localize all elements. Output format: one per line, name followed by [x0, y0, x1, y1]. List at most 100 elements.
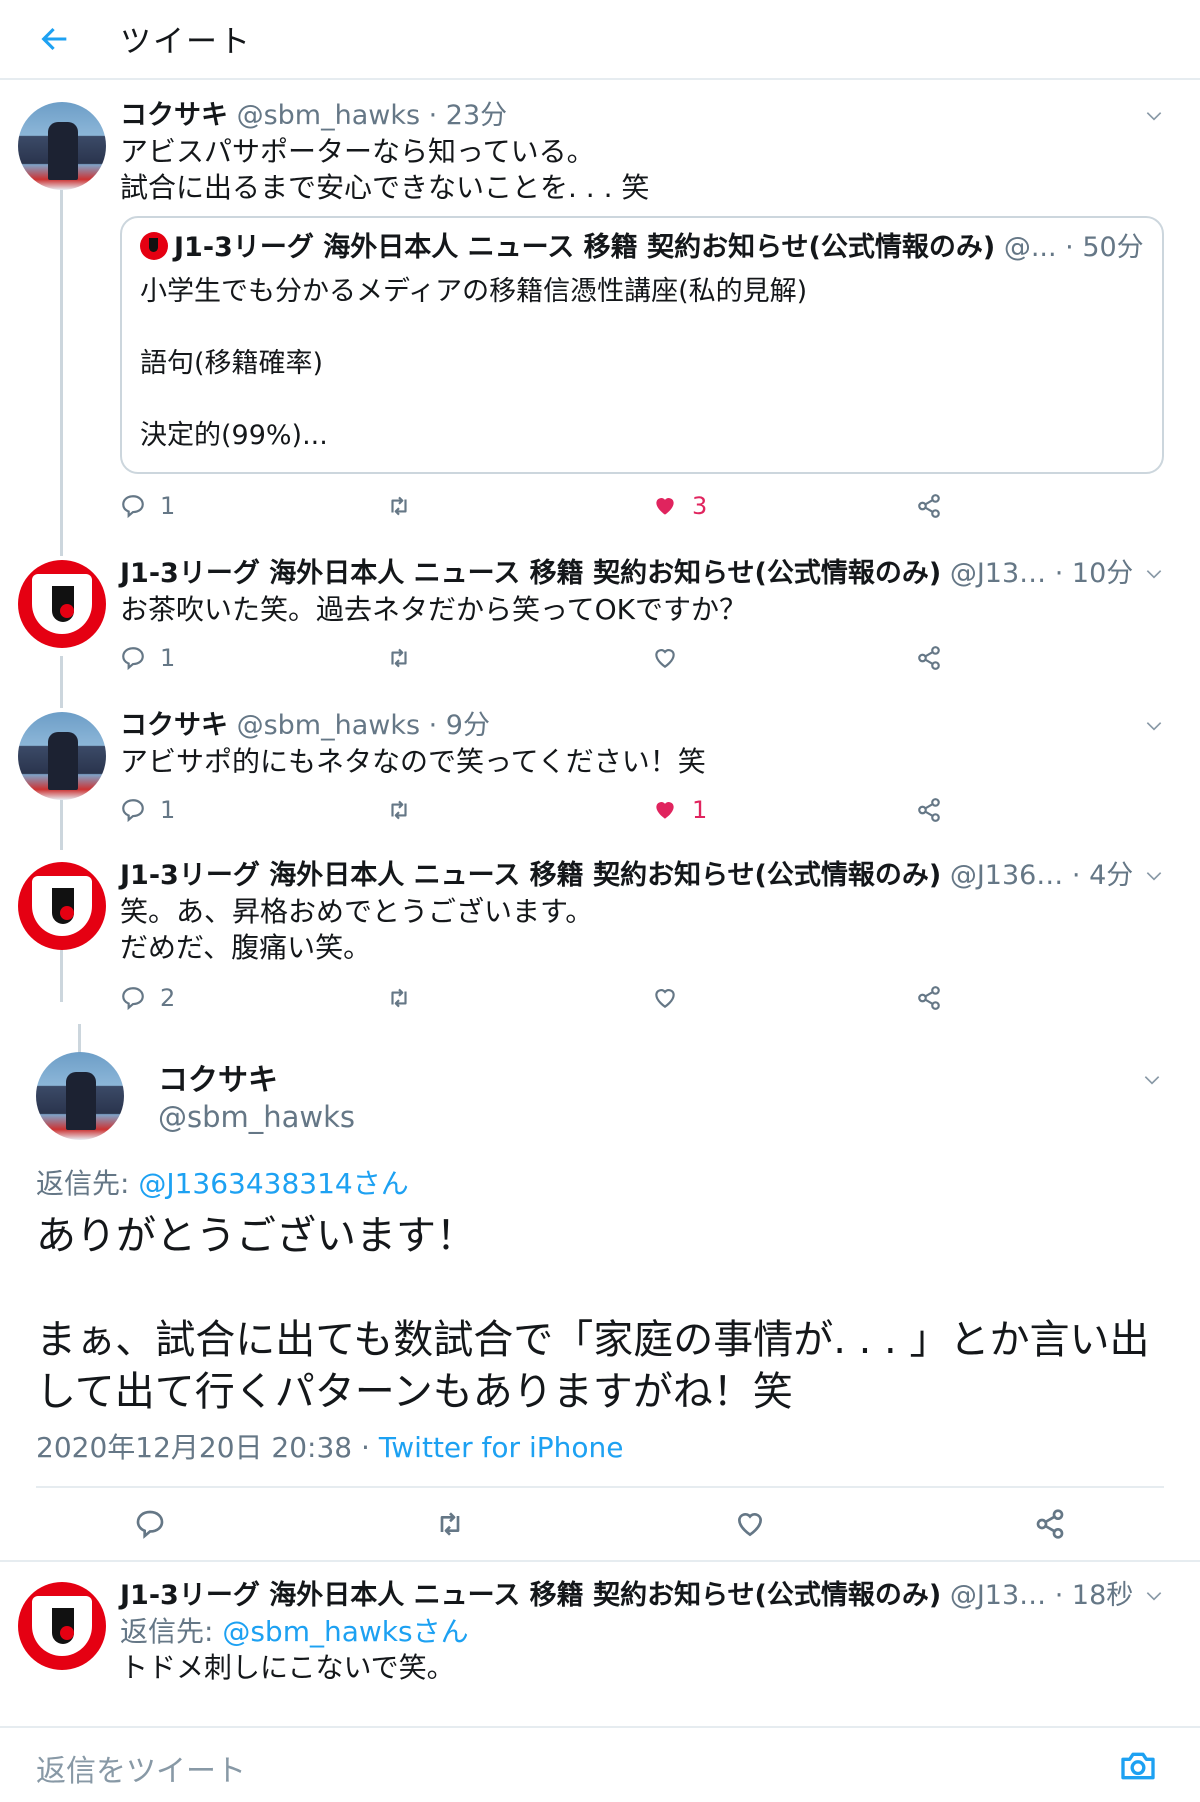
- retweet-icon: [386, 797, 412, 823]
- reply-icon: [120, 645, 146, 671]
- reply-icon: [120, 985, 146, 1011]
- tweet-text: お茶吹いた笑。過去ネタだから笑ってOKですか？: [120, 593, 748, 626]
- avatar[interactable]: [18, 862, 106, 950]
- share-button[interactable]: [916, 792, 942, 828]
- tweet-header: コクサキ @sbm_hawks · 23分: [120, 98, 1170, 134]
- like-button[interactable]: [652, 640, 678, 676]
- like-button[interactable]: [734, 1506, 766, 1542]
- handle: @...: [1003, 232, 1057, 263]
- share-icon: [916, 985, 942, 1011]
- handle: @sbm_hawks: [236, 710, 421, 741]
- reply-button[interactable]: 1: [120, 488, 175, 524]
- avatar[interactable]: [18, 1582, 106, 1670]
- share-icon: [916, 493, 942, 519]
- retweet-button[interactable]: [434, 1506, 466, 1542]
- retweet-icon: [386, 645, 412, 671]
- back-arrow-icon[interactable]: [38, 22, 72, 56]
- tweet[interactable]: J1-3リーグ 海外日本人 ニュース 移籍 契約お知らせ(公式情報のみ) @J1…: [120, 858, 1170, 966]
- reply-label: 返信先:: [36, 1167, 139, 1200]
- retweet-icon: [434, 1508, 466, 1540]
- avatar[interactable]: [18, 102, 106, 190]
- reply-input[interactable]: 返信をツイート: [36, 1746, 246, 1790]
- display-name[interactable]: J1-3リーグ 海外日本人 ニュース 移籍 契約お知らせ(公式情報のみ): [120, 860, 941, 891]
- share-button[interactable]: [1034, 1506, 1066, 1542]
- reply-to-link[interactable]: @sbm_hawksさん: [222, 1615, 468, 1648]
- thread-line: [60, 950, 63, 1002]
- chevron-down-icon[interactable]: [1142, 1070, 1162, 1090]
- avatar[interactable]: [18, 712, 106, 800]
- reply-button[interactable]: [134, 1506, 166, 1542]
- heart-icon: [652, 797, 678, 823]
- page-title: ツイート: [120, 24, 252, 60]
- avatar[interactable]: [18, 560, 106, 648]
- tweet-actions: 2: [120, 980, 950, 1016]
- thread-line: [60, 656, 63, 708]
- quoted-tweet[interactable]: J1-3リーグ 海外日本人 ニュース 移籍 契約お知らせ(公式情報のみ) @..…: [120, 216, 1164, 474]
- display-name[interactable]: コクサキ: [158, 1055, 278, 1099]
- like-button[interactable]: 1: [652, 792, 707, 828]
- retweet-button[interactable]: [386, 640, 412, 676]
- timestamp: · 23分: [428, 100, 508, 131]
- jleague-logo-icon: [140, 232, 168, 260]
- date: 2020年12月20日 20:38 ·: [36, 1431, 379, 1464]
- retweet-button[interactable]: [386, 792, 412, 828]
- share-icon: [916, 797, 942, 823]
- handle: @J136…: [949, 860, 1064, 891]
- display-name[interactable]: コクサキ: [120, 100, 228, 131]
- timestamp: · 18秒: [1054, 1580, 1134, 1611]
- reply-composer: 返信をツイート: [0, 1726, 1200, 1802]
- reply-context: 返信先: @sbm_hawksさん: [120, 1614, 1170, 1650]
- timestamp: · 50分: [1065, 232, 1144, 263]
- reply-context: 返信先: @J1363438314さん: [36, 1162, 409, 1202]
- camera-icon[interactable]: [1118, 1746, 1158, 1786]
- handle: @sbm_hawks: [158, 1100, 356, 1134]
- tweet[interactable]: J1-3リーグ 海外日本人 ニュース 移籍 契約お知らせ(公式情報のみ) @J1…: [120, 1578, 1170, 1686]
- like-button[interactable]: [652, 980, 678, 1016]
- chevron-down-icon[interactable]: [1144, 866, 1164, 886]
- tweet[interactable]: コクサキ @sbm_hawks · 23分 アビスパサポーターなら知っている。 …: [120, 98, 1170, 206]
- tweet-header: J1-3リーグ 海外日本人 ニュース 移籍 契約お知らせ(公式情報のみ) @J1…: [120, 858, 1170, 894]
- tweet[interactable]: J1-3リーグ 海外日本人 ニュース 移籍 契約お知らせ(公式情報のみ) @J1…: [120, 556, 1170, 628]
- main-tweet-text: ありがとうございます！ まぁ、試合に出ても数試合で「家庭の事情が. . . 」と…: [36, 1213, 1150, 1415]
- divider: [36, 1486, 1164, 1488]
- reply-to-link[interactable]: @J1363438314さん: [138, 1167, 408, 1200]
- share-icon: [1034, 1508, 1066, 1540]
- display-name[interactable]: コクサキ: [120, 710, 228, 741]
- reply-button[interactable]: 1: [120, 640, 175, 676]
- retweet-icon: [386, 493, 412, 519]
- reply-button[interactable]: 2: [120, 980, 175, 1016]
- reply-button[interactable]: 1: [120, 792, 175, 828]
- tweet-header: J1-3リーグ 海外日本人 ニュース 移籍 契約お知らせ(公式情報のみ) @J1…: [120, 556, 1170, 592]
- chevron-down-icon[interactable]: [1144, 1586, 1164, 1606]
- tweet-header: J1-3リーグ 海外日本人 ニュース 移籍 契約お知らせ(公式情報のみ) @J1…: [120, 1578, 1170, 1614]
- tweet-actions: 1 1: [120, 792, 950, 828]
- top-bar: ツイート: [0, 0, 1200, 80]
- heart-icon: [652, 645, 678, 671]
- reply-label: 返信先:: [120, 1615, 223, 1648]
- chevron-down-icon[interactable]: [1144, 106, 1164, 126]
- heart-icon: [652, 985, 678, 1011]
- timestamp: · 9分: [428, 710, 490, 741]
- thread-line: [78, 1024, 81, 1054]
- share-icon: [916, 645, 942, 671]
- display-name[interactable]: J1-3リーグ 海外日本人 ニュース 移籍 契約お知らせ(公式情報のみ): [120, 1580, 941, 1611]
- avatar[interactable]: [36, 1052, 124, 1140]
- reply-icon: [120, 493, 146, 519]
- display-name[interactable]: J1-3リーグ 海外日本人 ニュース 移籍 契約お知らせ(公式情報のみ): [120, 558, 941, 589]
- quote-text: 小学生でも分かるメディアの移籍信憑性講座(私的見解) 語句(移籍確率) 決定的(…: [140, 276, 808, 451]
- handle: @J13…: [949, 1580, 1047, 1611]
- share-button[interactable]: [916, 980, 942, 1016]
- tweet[interactable]: コクサキ @sbm_hawks · 9分 アビサポ的にもネタなので笑ってください…: [120, 708, 1170, 780]
- source-link[interactable]: Twitter for iPhone: [379, 1431, 624, 1464]
- chevron-down-icon[interactable]: [1144, 716, 1164, 736]
- timestamp: · 10分: [1054, 558, 1134, 589]
- retweet-button[interactable]: [386, 980, 412, 1016]
- share-button[interactable]: [916, 488, 942, 524]
- chevron-down-icon[interactable]: [1144, 564, 1164, 584]
- retweet-button[interactable]: [386, 488, 412, 524]
- divider: [0, 1560, 1200, 1562]
- tweet-text: アビスパサポーターなら知っている。 試合に出るまで安心できないことを. . . …: [120, 135, 650, 204]
- display-name: J1-3リーグ 海外日本人 ニュース 移籍 契約お知らせ(公式情報のみ): [174, 232, 996, 263]
- like-button[interactable]: 3: [652, 488, 707, 524]
- share-button[interactable]: [916, 640, 942, 676]
